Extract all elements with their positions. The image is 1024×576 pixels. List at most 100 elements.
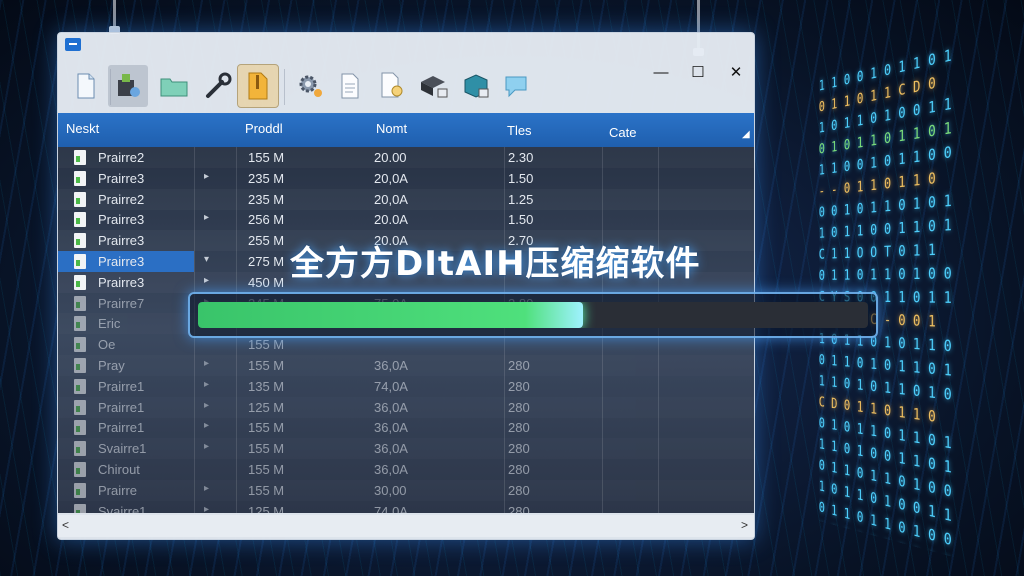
row-size: 155 M	[248, 420, 285, 436]
row-name: Prairre2	[98, 150, 145, 165]
table-row[interactable]: Prairre3 ▸ 256 M 20.0A 1.50	[58, 209, 754, 230]
expand-arrow-icon[interactable]: ▸	[204, 212, 209, 223]
row-name-cell[interactable]: Pray	[58, 355, 194, 376]
table-row[interactable]: Prairre1 ▸ 155 M 36,0A 280	[58, 417, 754, 438]
row-ratio: 36,0A	[374, 420, 408, 436]
row-size: 450 M	[248, 274, 285, 290]
row-name: Chirout	[98, 462, 140, 477]
table-row[interactable]: Prairre2 235 M 20,0A 1.25	[58, 189, 754, 210]
column-header-ratio[interactable]: Nomt	[376, 121, 407, 136]
row-size: 155 M	[248, 441, 285, 457]
expand-arrow-icon[interactable]: ▸	[204, 483, 209, 494]
table-row[interactable]: Prairre1 ▸ 135 M 74,0A 280	[58, 376, 754, 397]
blank-document-icon[interactable]	[66, 65, 106, 107]
row-files: 280	[508, 462, 530, 477]
table-row[interactable]: Prairre1 ▸ 125 M 36,0A 280	[58, 397, 754, 418]
row-name-cell[interactable]: Prairre2	[58, 147, 194, 168]
row-files: 1.50	[508, 170, 534, 186]
row-name-cell[interactable]: Prairre3	[58, 272, 194, 293]
row-ratio: 20,0A	[374, 191, 408, 207]
expand-arrow-icon[interactable]: ▸	[204, 275, 209, 286]
expand-arrow-icon[interactable]: ▸	[204, 379, 209, 390]
row-name: Prairre3	[98, 233, 145, 249]
row-name-cell[interactable]: Prairre3	[58, 230, 194, 251]
archive-tools-icon[interactable]	[108, 65, 148, 107]
row-files: 280	[508, 482, 530, 498]
column-header-files[interactable]: Tles	[507, 123, 532, 138]
file-icon	[74, 150, 86, 165]
file-icon	[74, 170, 86, 186]
file-list-header: Neskt Proddl Nomt Tles Cate ◢	[58, 113, 754, 147]
row-name-cell[interactable]: Prairre3	[58, 209, 194, 230]
archive-box-icon[interactable]	[414, 65, 454, 107]
row-name: Prairre3	[98, 254, 145, 269]
row-name: Svairre1	[98, 441, 147, 457]
expand-arrow-icon[interactable]: ▾	[204, 254, 209, 265]
row-name-cell[interactable]: Prairre	[58, 480, 194, 501]
archive-folder-icon[interactable]	[237, 64, 279, 108]
scroll-right-button[interactable]: >	[741, 518, 748, 532]
expand-arrow-icon[interactable]: ▸	[204, 504, 209, 513]
file-icon	[74, 295, 86, 311]
file-icon	[74, 503, 86, 513]
file-icon	[74, 482, 86, 498]
row-name-cell[interactable]: Eric	[58, 313, 194, 334]
document-icon[interactable]	[330, 65, 370, 107]
column-header-date[interactable]: Cate	[609, 125, 636, 140]
row-name-cell[interactable]: Oe	[58, 334, 194, 355]
toolbar	[58, 61, 754, 113]
column-header-size[interactable]: Proddl	[245, 121, 283, 136]
document-search-icon[interactable]	[372, 65, 412, 107]
row-name-cell[interactable]: Prairre3	[58, 251, 194, 272]
table-row[interactable]: Svairre1 ▸ 155 M 36,0A 280	[58, 438, 754, 459]
table-row[interactable]: Svairre1 ▸ 125 M 74,0A 280	[58, 501, 754, 513]
progress-fill	[198, 302, 584, 328]
app-icon	[65, 38, 81, 51]
horizontal-scrollbar[interactable]: < >	[58, 515, 754, 537]
row-name-cell[interactable]: Prairre3	[58, 168, 194, 189]
row-name: Oe	[98, 337, 116, 353]
table-row[interactable]: Prairre2 155 M 20.00 2.30	[58, 147, 754, 168]
row-name: Prairre3	[98, 274, 145, 290]
chat-bubble-icon[interactable]	[496, 65, 536, 107]
package-icon[interactable]	[456, 65, 496, 107]
wrench-icon[interactable]	[198, 65, 238, 107]
scroll-left-button[interactable]: <	[62, 518, 69, 532]
file-icon	[74, 358, 86, 373]
row-size: 155 M	[248, 358, 285, 373]
file-icon	[74, 274, 86, 290]
expand-arrow-icon[interactable]: ▸	[204, 400, 209, 411]
expand-arrow-icon[interactable]: ▸	[204, 358, 209, 369]
row-name-cell[interactable]: Prairre2	[58, 189, 194, 210]
row-name-cell[interactable]: Prairre1	[58, 417, 194, 438]
folder-icon[interactable]	[154, 65, 194, 107]
row-name-cell[interactable]: Svairre1	[58, 438, 194, 459]
row-name: Prairre7	[98, 295, 145, 311]
row-name-cell[interactable]: Prairre1	[58, 376, 194, 397]
expand-arrow-icon[interactable]: ▸	[204, 441, 209, 452]
column-header-name[interactable]: Neskt	[66, 121, 99, 136]
file-icon	[74, 212, 86, 228]
table-row[interactable]: Chirout 155 M 36,0A 280	[58, 459, 754, 480]
table-row[interactable]: Prairre3 ▸ 235 M 20,0A 1.50	[58, 168, 754, 189]
row-size: 235 M	[248, 191, 285, 207]
file-icon	[74, 399, 86, 415]
row-name-cell[interactable]: Prairre7	[58, 293, 194, 314]
archiver-window: — ☐ ✕ Neskt Proddl Nomt Tles Cate ◢ Prai…	[57, 32, 755, 540]
row-name-cell[interactable]: Prairre1	[58, 397, 194, 418]
row-ratio: 20.00	[374, 150, 407, 165]
expand-arrow-icon[interactable]: ▸	[204, 420, 209, 431]
file-icon	[74, 316, 86, 332]
row-files: 1.25	[508, 191, 534, 207]
table-row[interactable]: Prairre ▸ 155 M 30,00 280	[58, 480, 754, 501]
row-files: 280	[508, 399, 530, 415]
row-name-cell[interactable]: Svairre1	[58, 501, 194, 513]
file-icon	[74, 337, 86, 353]
title-bar	[58, 33, 754, 59]
expand-arrow-icon[interactable]: ▸	[204, 171, 209, 182]
row-name-cell[interactable]: Chirout	[58, 459, 194, 480]
settings-gear-icon[interactable]	[290, 65, 330, 107]
table-row[interactable]: Pray ▸ 155 M 36,0A 280	[58, 355, 754, 376]
row-name: Prairre1	[98, 378, 145, 394]
row-size: 235 M	[248, 170, 285, 186]
